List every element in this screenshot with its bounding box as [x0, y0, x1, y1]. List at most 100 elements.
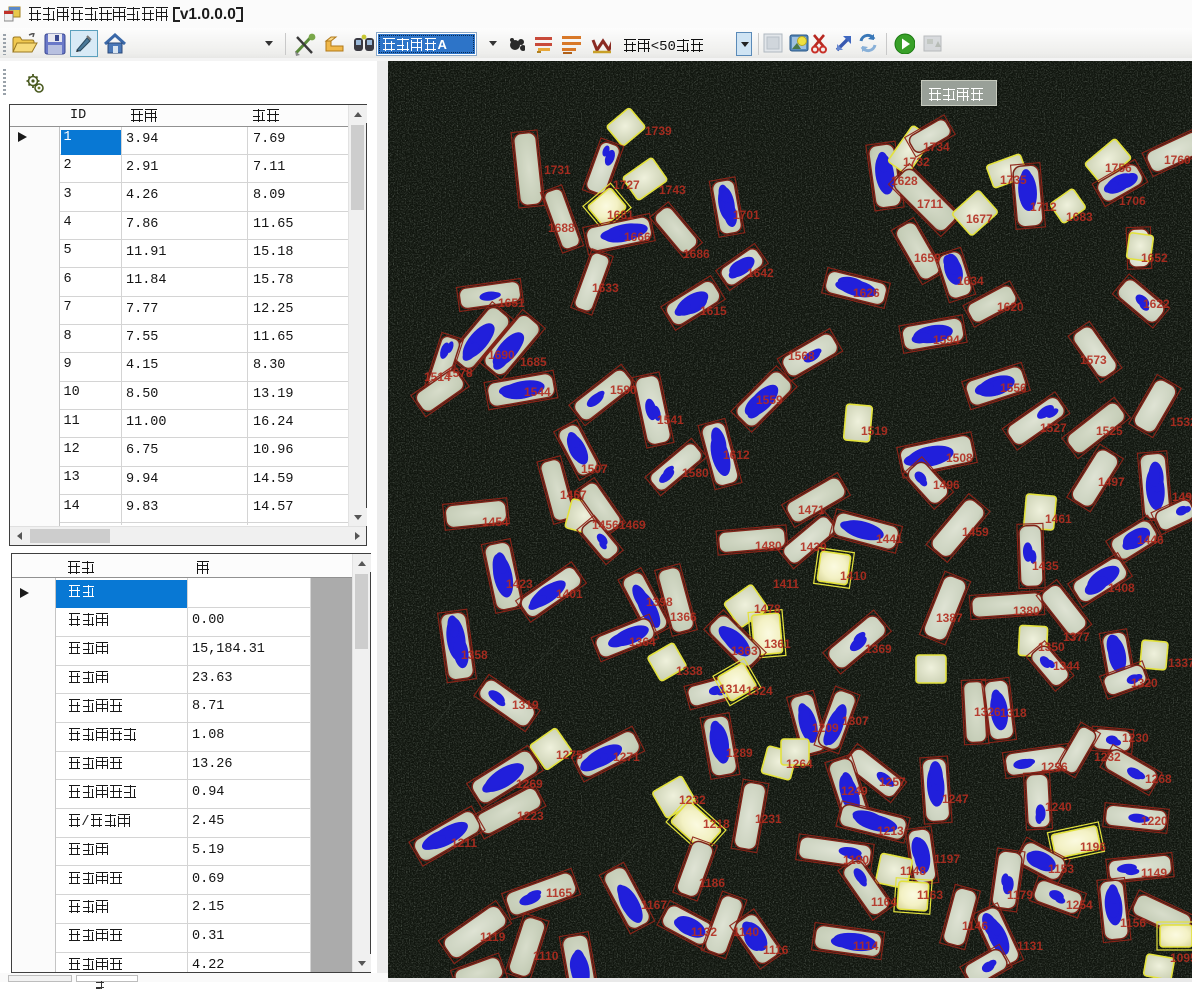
svg-text:1633: 1633: [592, 281, 619, 295]
svg-text:1114: 1114: [853, 939, 879, 953]
svg-text:1387: 1387: [936, 611, 963, 625]
svg-text:1149: 1149: [1141, 866, 1167, 880]
svg-text:1544: 1544: [524, 385, 551, 399]
svg-text:1146: 1146: [962, 919, 988, 933]
svg-text:1380: 1380: [1013, 604, 1040, 618]
svg-text:1688: 1688: [548, 221, 575, 235]
svg-text:1514: 1514: [424, 370, 451, 384]
svg-text:1456: 1456: [592, 518, 619, 532]
svg-text:1337: 1337: [1168, 656, 1192, 670]
svg-text:1140: 1140: [733, 925, 759, 939]
svg-text:1398: 1398: [646, 595, 673, 609]
svg-text:1525: 1525: [1096, 424, 1123, 438]
svg-text:1652: 1652: [1141, 251, 1168, 265]
svg-text:1642: 1642: [747, 266, 774, 280]
svg-text:1556: 1556: [1000, 381, 1027, 395]
svg-text:1218: 1218: [703, 817, 730, 831]
svg-text:1095: 1095: [1170, 951, 1192, 965]
svg-text:1685: 1685: [520, 355, 547, 369]
svg-text:1164: 1164: [871, 895, 897, 909]
svg-text:1532: 1532: [1170, 415, 1192, 429]
svg-text:1681: 1681: [607, 208, 634, 222]
svg-text:1435: 1435: [1032, 559, 1059, 573]
svg-text:1116: 1116: [763, 943, 789, 957]
svg-text:1497: 1497: [1098, 475, 1125, 489]
svg-text:1478: 1478: [754, 602, 781, 616]
svg-text:1622: 1622: [1143, 297, 1170, 311]
svg-text:1289: 1289: [726, 746, 753, 760]
svg-text:1196: 1196: [1080, 840, 1106, 854]
svg-text:1338: 1338: [676, 664, 703, 678]
svg-text:1683: 1683: [1066, 210, 1093, 224]
svg-text:1612: 1612: [723, 448, 750, 462]
svg-text:1739: 1739: [645, 124, 672, 138]
svg-text:1494: 1494: [1172, 490, 1192, 504]
svg-text:1268: 1268: [1145, 772, 1172, 786]
svg-text:1469: 1469: [619, 518, 646, 532]
svg-text:1439: 1439: [800, 540, 827, 554]
svg-text:1257: 1257: [879, 775, 906, 789]
svg-text:1651: 1651: [498, 296, 525, 310]
svg-text:1541: 1541: [657, 413, 684, 427]
svg-text:1264: 1264: [786, 757, 813, 771]
svg-text:1232: 1232: [679, 793, 706, 807]
svg-text:1734: 1734: [923, 140, 950, 154]
svg-text:1760: 1760: [1164, 153, 1191, 167]
svg-text:1190: 1190: [843, 853, 869, 867]
svg-text:1318: 1318: [1000, 706, 1027, 720]
svg-text:1594: 1594: [933, 333, 960, 347]
svg-text:1326: 1326: [974, 705, 1001, 719]
svg-text:1454: 1454: [482, 515, 509, 529]
svg-text:1519: 1519: [861, 424, 888, 438]
svg-text:1364: 1364: [629, 635, 656, 649]
svg-text:1363: 1363: [731, 644, 758, 658]
svg-text:1735: 1735: [1000, 173, 1027, 187]
svg-text:1163: 1163: [917, 888, 943, 902]
svg-text:1148: 1148: [900, 864, 926, 878]
svg-text:1410: 1410: [840, 569, 867, 583]
svg-text:1677: 1677: [966, 212, 993, 226]
svg-text:1324: 1324: [746, 684, 773, 698]
svg-text:1186: 1186: [699, 876, 725, 890]
svg-text:1213: 1213: [877, 824, 904, 838]
svg-text:1507: 1507: [581, 462, 608, 476]
svg-text:1220: 1220: [1141, 814, 1168, 828]
svg-text:1231: 1231: [755, 812, 782, 826]
svg-text:1211: 1211: [451, 836, 477, 850]
svg-text:1156: 1156: [1120, 916, 1146, 930]
svg-text:1119: 1119: [480, 930, 506, 944]
svg-text:1459: 1459: [962, 525, 989, 539]
svg-text:1580: 1580: [682, 466, 709, 480]
svg-text:1361: 1361: [764, 637, 791, 651]
svg-text:1319: 1319: [512, 698, 539, 712]
svg-text:1568: 1568: [788, 349, 815, 363]
svg-text:1446: 1446: [1137, 533, 1164, 547]
svg-text:1590: 1590: [610, 383, 637, 397]
svg-text:1167: 1167: [641, 898, 667, 912]
svg-text:1275: 1275: [556, 748, 583, 762]
svg-text:1307: 1307: [842, 714, 869, 728]
svg-text:1269: 1269: [516, 777, 543, 791]
svg-text:1165: 1165: [546, 886, 572, 900]
svg-text:1731: 1731: [544, 163, 571, 177]
svg-text:1314: 1314: [719, 682, 746, 696]
svg-text:1615: 1615: [700, 304, 727, 318]
svg-text:1626: 1626: [853, 286, 880, 300]
svg-text:1320: 1320: [1131, 676, 1158, 690]
svg-text:1197: 1197: [934, 852, 960, 866]
svg-text:1496: 1496: [933, 478, 960, 492]
svg-text:1377: 1377: [1063, 630, 1090, 644]
svg-text:1153: 1153: [1048, 862, 1074, 876]
svg-text:1706: 1706: [1119, 194, 1146, 208]
svg-text:1411: 1411: [773, 577, 799, 591]
svg-text:1659: 1659: [914, 251, 941, 265]
svg-text:1573: 1573: [1080, 353, 1107, 367]
svg-text:1209: 1209: [812, 721, 839, 735]
svg-text:1401: 1401: [556, 587, 583, 601]
svg-text:1727: 1727: [613, 178, 640, 192]
svg-text:1249: 1249: [841, 784, 868, 798]
svg-text:1743: 1743: [659, 183, 686, 197]
svg-text:1690: 1690: [488, 348, 515, 362]
svg-text:1461: 1461: [1045, 512, 1072, 526]
svg-text:1628: 1628: [891, 174, 918, 188]
